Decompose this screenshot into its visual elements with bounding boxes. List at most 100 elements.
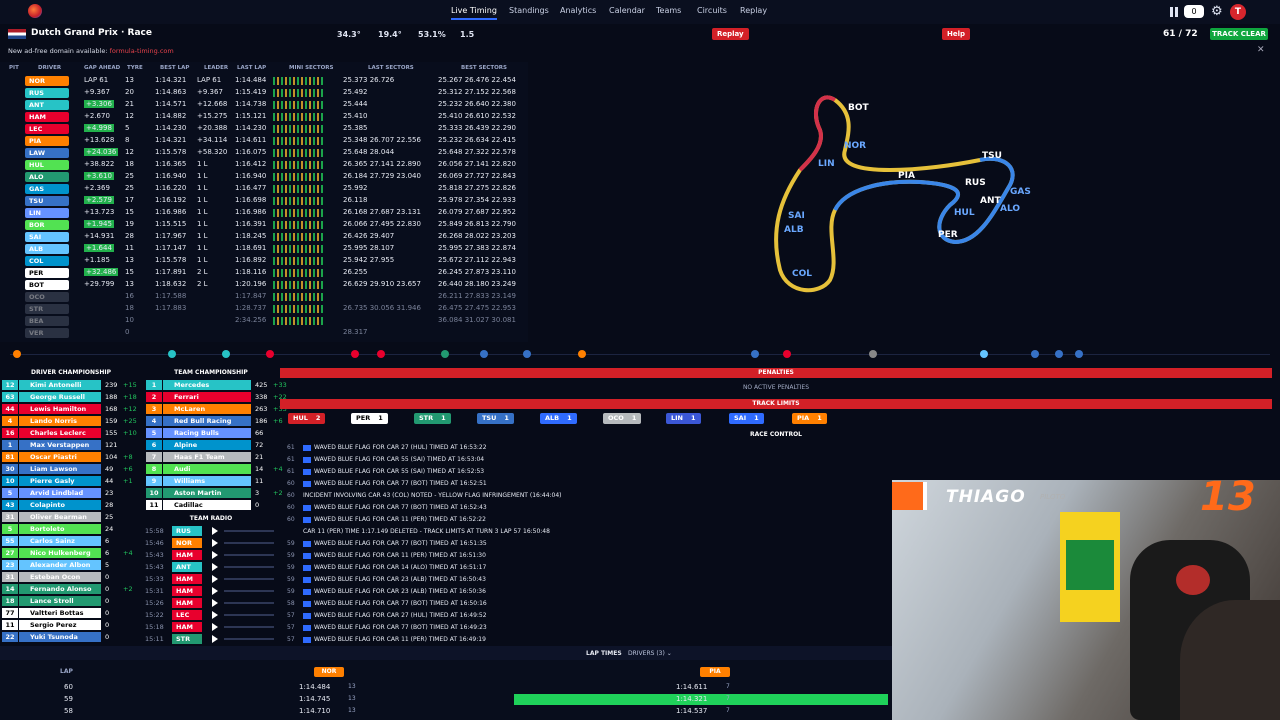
driver-tag[interactable]: BEA (25, 316, 69, 326)
play-icon[interactable] (212, 575, 218, 583)
nav-circuits[interactable]: Circuits (697, 6, 727, 15)
timeline-marker[interactable] (13, 350, 21, 358)
nav-teams[interactable]: Teams (656, 6, 681, 15)
driver-tag[interactable]: ANT (25, 100, 69, 110)
map-driver-label[interactable]: NOR (844, 141, 866, 151)
map-driver-label[interactable]: PER (938, 230, 958, 240)
standings-row[interactable]: 6 Alpine 72 (146, 440, 278, 450)
driver-tag[interactable]: ALO (25, 172, 69, 182)
col-header-tyre[interactable]: TYRE (127, 65, 143, 71)
standings-row[interactable]: 2 Ferrari 338 +22 (146, 392, 287, 402)
table-row[interactable]: HUL +38.822 18 1:16.365 1 L 1:16.412 26.365 27… (0, 159, 528, 171)
timeline-marker[interactable] (377, 350, 385, 358)
driver-tag[interactable]: LAW (25, 148, 69, 158)
map-driver-label[interactable]: PIA (898, 171, 915, 181)
standings-row[interactable]: 7 Haas F1 Team 21 (146, 452, 278, 462)
radio-message[interactable]: 15:11 STR (142, 633, 277, 645)
track-limit-chip[interactable]: TSU 1 (477, 413, 514, 424)
timeline-marker[interactable] (1075, 350, 1083, 358)
track-limit-chip[interactable]: STR 1 (414, 413, 451, 424)
timeline-marker[interactable] (266, 350, 274, 358)
standings-row[interactable]: 4 Lando Norris 159 +25 (2, 416, 140, 426)
col-header-last-lap[interactable]: LAST LAP (237, 65, 266, 71)
standings-row[interactable]: 31 Oliver Bearman 25 (2, 512, 140, 522)
radio-message[interactable]: 15:31 HAM (142, 585, 277, 597)
timeline-marker[interactable] (222, 350, 230, 358)
driver-tag[interactable]: BOT (25, 280, 69, 290)
table-row[interactable]: BOT +29.799 13 1:18.632 2 L 1:20.196 26.629 29… (0, 279, 528, 291)
replay-button[interactable]: Replay (712, 28, 749, 40)
standings-row[interactable]: 3 McLaren 263 +33 (146, 404, 287, 414)
timeline-marker[interactable] (751, 350, 759, 358)
track-limit-chip[interactable]: PER 1 (351, 413, 388, 424)
table-row[interactable]: ALO +3.610 25 1:16.940 1 L 1:16.940 26.184 27.… (0, 171, 528, 183)
table-row[interactable]: COL +1.185 13 1:15.578 1 L 1:16.892 25.942 27.… (0, 255, 528, 267)
notification-count[interactable]: 0 (1184, 5, 1204, 18)
driver-tag[interactable]: PIA (25, 136, 69, 146)
table-row[interactable]: GAS +2.369 25 1:16.220 1 L 1:16.477 25.992 25.8… (0, 183, 528, 195)
table-row[interactable]: LEC +4.998 5 1:14.230 +20.388 1:14.230 25.385 2… (0, 123, 528, 135)
standings-row[interactable]: 22 Yuki Tsunoda 0 (2, 632, 140, 642)
radio-message[interactable]: 15:43 ANT (142, 561, 277, 573)
col-header-best-sectors[interactable]: BEST SECTORS (461, 65, 507, 71)
table-row[interactable]: NOR LAP 61 13 1:14.321 LAP 61 1:14.484 25.373 … (0, 75, 528, 87)
driver-tag[interactable]: OCO (25, 292, 69, 302)
standings-row[interactable]: 5 Racing Bulls 66 (146, 428, 278, 438)
map-driver-label[interactable]: ALB (784, 225, 804, 235)
driver-tag[interactable]: LEC (25, 124, 69, 134)
col-header-driver[interactable]: DRIVER (38, 65, 61, 71)
driver-tag[interactable]: HAM (25, 112, 69, 122)
play-icon[interactable] (212, 527, 218, 535)
map-driver-label[interactable]: RUS (965, 178, 986, 188)
timeline-marker[interactable] (1055, 350, 1063, 358)
track-limit-chip[interactable]: PIA 1 (792, 413, 827, 424)
timeline-marker[interactable] (578, 350, 586, 358)
audio-progress-bar[interactable] (224, 554, 274, 556)
track-limit-chip[interactable]: ALB 1 (540, 413, 577, 424)
standings-row[interactable]: 9 Williams 11 (146, 476, 278, 486)
timeline-marker[interactable] (351, 350, 359, 358)
standings-row[interactable]: 10 Pierre Gasly 44 +1 (2, 476, 140, 486)
play-icon[interactable] (212, 563, 218, 571)
standings-row[interactable]: 27 Nico Hulkenberg 6 +4 (2, 548, 140, 558)
radio-message[interactable]: 15:58 RUS (142, 525, 277, 537)
map-driver-label[interactable]: COL (792, 269, 812, 279)
col-header-gap[interactable]: GAP AHEAD (84, 65, 120, 71)
table-row[interactable]: STR 18 1:17.883 1:28.737 26.735 30.056 31.94… (0, 303, 528, 315)
audio-progress-bar[interactable] (224, 566, 274, 568)
driver-tag[interactable]: GAS (25, 184, 69, 194)
standings-row[interactable]: 1 Max Verstappen 121 (2, 440, 140, 450)
nav-replay[interactable]: Replay (740, 6, 767, 15)
nav-analytics[interactable]: Analytics (560, 6, 596, 15)
col-header-best-lap[interactable]: BEST LAP (160, 65, 189, 71)
radio-message[interactable]: 15:33 HAM (142, 573, 277, 585)
driver-tag[interactable]: SAI (25, 232, 69, 242)
table-row[interactable]: ALB +1.644 11 1:17.147 1 L 1:18.691 25.995 28.… (0, 243, 528, 255)
map-driver-label[interactable]: TSU (982, 151, 1002, 161)
radio-message[interactable]: 15:46 NOR (142, 537, 277, 549)
play-icon[interactable] (212, 539, 218, 547)
driver-tag[interactable]: TSU (25, 196, 69, 206)
standings-row[interactable]: 30 Liam Lawson 49 +6 (2, 464, 140, 474)
timeline-marker[interactable] (523, 350, 531, 358)
map-driver-label[interactable]: ALO (1000, 204, 1020, 214)
driver-tag[interactable]: STR (25, 304, 69, 314)
timeline-marker[interactable] (441, 350, 449, 358)
table-row[interactable]: HAM +2.670 12 1:14.882 +15.275 1:15.121 25.410… (0, 111, 528, 123)
play-icon[interactable] (212, 611, 218, 619)
table-row[interactable]: PIA +13.628 8 1:14.321 +34.114 1:14.611 25.348… (0, 135, 528, 147)
table-row[interactable]: SAI +14.931 28 1:17.967 1 L 1:18.245 26.426 29… (0, 231, 528, 243)
audio-progress-bar[interactable] (224, 602, 274, 604)
table-row[interactable]: BOR +1.945 19 1:15.515 1 L 1:16.391 26.066 27.… (0, 219, 528, 231)
standings-row[interactable]: 10 Aston Martin 3 +2 (146, 488, 283, 498)
audio-progress-bar[interactable] (224, 614, 274, 616)
map-driver-label[interactable]: HUL (954, 208, 975, 218)
table-row[interactable]: LAW +24.036 12 1:15.578 +58.320 1:16.075 25.64… (0, 147, 528, 159)
timeline-marker[interactable] (1031, 350, 1039, 358)
audio-progress-bar[interactable] (224, 626, 274, 628)
map-driver-label[interactable]: SAI (788, 211, 805, 221)
play-icon[interactable] (212, 551, 218, 559)
standings-row[interactable]: 5 Arvid Lindblad 23 (2, 488, 140, 498)
audio-progress-bar[interactable] (224, 590, 274, 592)
driver-tag[interactable]: VER (25, 328, 69, 338)
